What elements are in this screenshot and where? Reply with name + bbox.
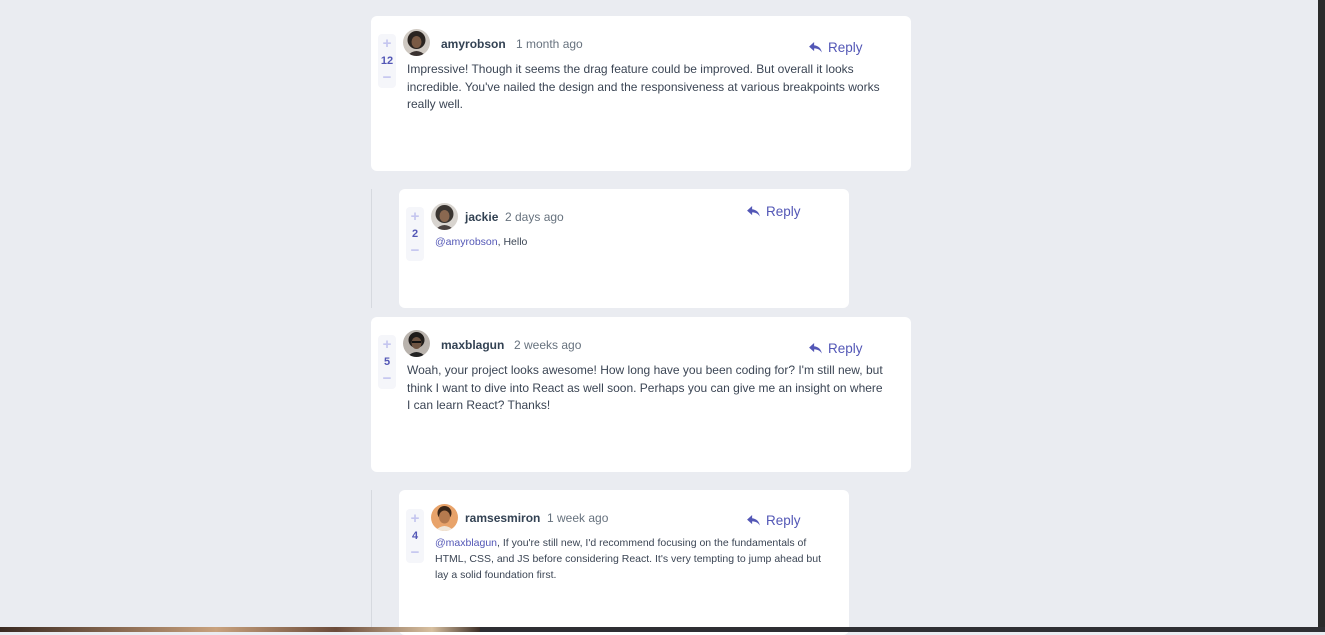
minus-icon[interactable]: − [383, 70, 392, 86]
plus-icon[interactable]: + [383, 36, 392, 52]
username[interactable]: jackie [465, 210, 498, 224]
plus-icon[interactable]: + [383, 337, 392, 353]
comment-text: @amyrobson, Hello [435, 234, 835, 250]
minus-icon[interactable]: − [383, 371, 392, 387]
background-photo [0, 627, 480, 632]
minus-icon[interactable]: − [411, 243, 420, 259]
avatar [431, 203, 458, 230]
comment-text: Woah, your project looks awesome! How lo… [407, 363, 883, 412]
mention-link[interactable]: @amyrobson [435, 236, 498, 248]
avatar [403, 29, 430, 56]
username[interactable]: amyrobson [441, 37, 506, 51]
timestamp: 2 weeks ago [514, 338, 582, 352]
score-count: 4 [411, 530, 419, 542]
minus-icon[interactable]: − [411, 545, 420, 561]
mention-link[interactable]: @maxblagun [435, 537, 497, 549]
thread-line [371, 189, 372, 308]
score-count: 2 [411, 228, 419, 240]
username[interactable]: ramsesmiron [465, 511, 540, 525]
username[interactable]: maxblagun [441, 338, 504, 352]
comment-text-body: , Hello [497, 236, 528, 248]
reply-button[interactable]: Reply [747, 513, 801, 528]
plus-icon[interactable]: + [411, 209, 420, 225]
reply-label: Reply [828, 40, 863, 55]
window-edge [1318, 0, 1325, 632]
vote-widget: + 5 − [378, 335, 396, 389]
comment-text: Impressive! Though it seems the drag fea… [407, 62, 880, 111]
reply-icon [747, 515, 760, 526]
plus-icon[interactable]: + [411, 511, 420, 527]
timestamp: 1 month ago [516, 37, 583, 51]
reply-card: + 4 − ramsesmiron 1 week ago Reply @maxb… [399, 490, 849, 635]
reply-label: Reply [766, 204, 801, 219]
taskbar-strip [0, 627, 1325, 632]
reply-label: Reply [766, 513, 801, 528]
reply-button[interactable]: Reply [747, 204, 801, 219]
thread-line [371, 490, 372, 627]
comment-text: @maxblagun, If you're still new, I'd rec… [435, 535, 837, 583]
vote-widget: + 12 − [378, 34, 396, 88]
reply-icon [809, 42, 822, 53]
score-count: 12 [380, 55, 394, 67]
timestamp: 1 week ago [547, 511, 609, 525]
avatar [403, 330, 430, 357]
reply-button[interactable]: Reply [809, 40, 863, 55]
reply-card: + 2 − jackie 2 days ago Reply @amyrobson… [399, 189, 849, 308]
status-bar [480, 627, 1325, 632]
vote-widget: + 2 − [406, 207, 424, 261]
timestamp: 2 days ago [505, 210, 564, 224]
reply-button[interactable]: Reply [809, 341, 863, 356]
comment-card: + 5 − maxblagun 2 weeks ago Reply Woah, … [371, 317, 911, 472]
vote-widget: + 4 − [406, 509, 424, 563]
avatar [431, 504, 458, 531]
score-count: 5 [383, 356, 391, 368]
reply-icon [809, 343, 822, 354]
reply-label: Reply [828, 341, 863, 356]
comment-card: + 12 − amyrobson 1 month ago Reply Impre… [371, 16, 911, 171]
reply-icon [747, 206, 760, 217]
